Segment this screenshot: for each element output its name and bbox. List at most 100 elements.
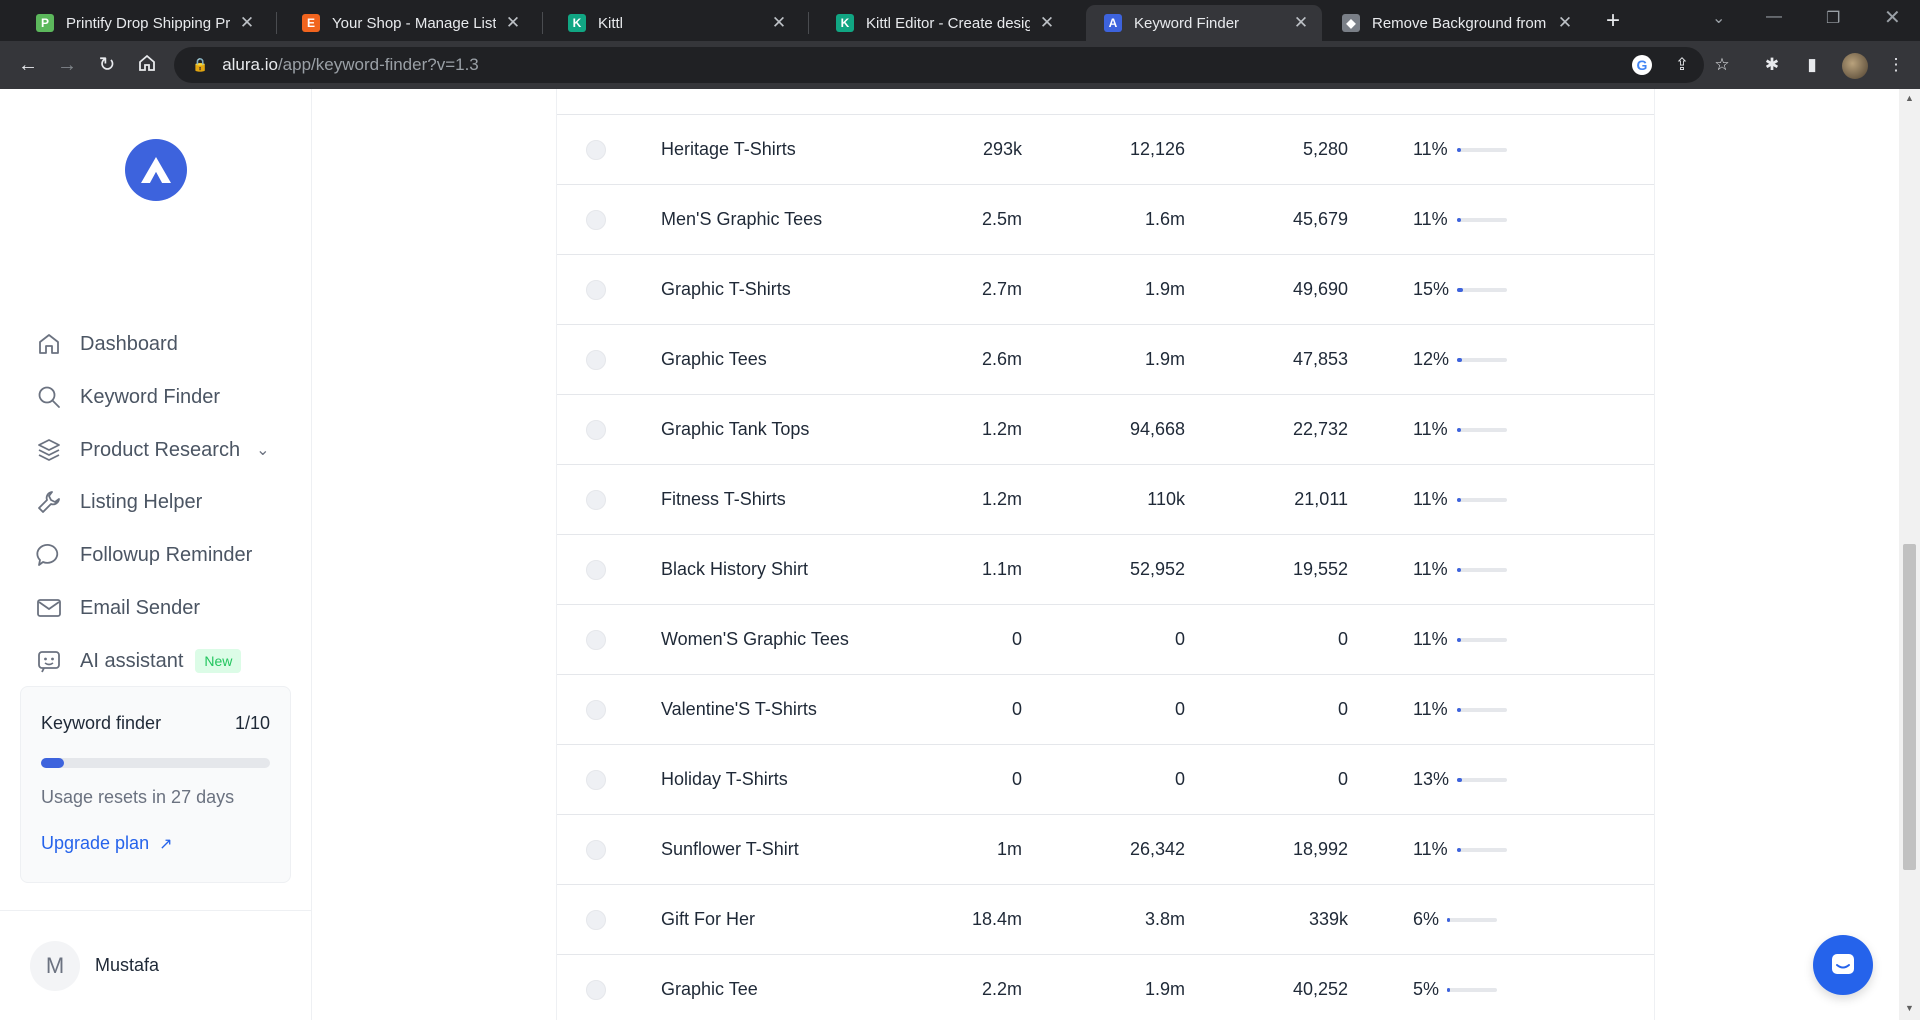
tab-search-icon[interactable]: ⌄ xyxy=(1712,8,1725,28)
scrollbar-thumb[interactable] xyxy=(1903,544,1916,870)
restore-icon[interactable]: ❐ xyxy=(1826,8,1840,28)
scroll-down-icon[interactable]: ▼ xyxy=(1904,1003,1915,1013)
home-button-icon[interactable] xyxy=(135,53,159,77)
table-row[interactable]: Women'S Graphic Tees 0 0 0 11% xyxy=(557,605,1654,675)
row-select-checkbox[interactable] xyxy=(586,700,606,720)
sidebar-item-ai-assistant[interactable]: AI assistant New xyxy=(34,643,242,679)
support-chat-button[interactable] xyxy=(1813,935,1873,995)
metric-cell-2: 0 xyxy=(1174,699,1185,719)
user-profile[interactable]: M Mustafa xyxy=(0,910,312,1020)
side-panel-icon[interactable]: ▮ xyxy=(1800,53,1824,77)
close-window-icon[interactable]: ✕ xyxy=(1884,5,1901,30)
tab-close-icon[interactable]: ✕ xyxy=(770,13,788,33)
alura-logo-icon[interactable] xyxy=(125,139,187,201)
forward-icon[interactable]: → xyxy=(55,53,79,77)
table-row[interactable]: Men'S Graphic Tees 2.5m 1.6m 45,679 11% xyxy=(557,185,1654,255)
chevron-down-icon[interactable]: ⌄ xyxy=(256,440,269,460)
browser-tab[interactable]: K Kittl ✕ xyxy=(550,5,800,41)
metric-cell-2: 94,668 xyxy=(1129,419,1185,439)
metric-cell-2: 1.9m xyxy=(1144,979,1185,999)
keyword-cell: Graphic Tee xyxy=(661,979,758,999)
back-icon[interactable]: ← xyxy=(16,53,40,77)
table-row[interactable]: Fitness T-Shirts 1.2m 110k 21,011 11% xyxy=(557,465,1654,535)
percent-bar-fill xyxy=(1457,358,1462,362)
tab-close-icon[interactable]: ✕ xyxy=(1292,13,1310,33)
table-row[interactable]: Holiday T-Shirts 0 0 0 13% xyxy=(557,745,1654,815)
row-select-checkbox[interactable] xyxy=(586,560,606,580)
table-row[interactable]: Graphic Tank Tops 1.2m 94,668 22,732 11% xyxy=(557,395,1654,465)
robot-icon xyxy=(34,646,64,676)
percent-bar xyxy=(1457,358,1507,362)
row-select-checkbox[interactable] xyxy=(586,210,606,230)
table-row[interactable]: Black History Shirt 1.1m 52,952 19,552 11% xyxy=(557,535,1654,605)
browser-tab[interactable]: A Keyword Finder ✕ xyxy=(1086,5,1322,41)
menu-icon[interactable]: ⋮ xyxy=(1884,53,1908,77)
table-row[interactable]: Graphic T-Shirts 2.7m 1.9m 49,690 15% xyxy=(557,255,1654,325)
sidebar-item-listing-helper[interactable]: Listing Helper xyxy=(34,484,202,520)
row-select-checkbox[interactable] xyxy=(586,840,606,860)
new-tab-button[interactable]: + xyxy=(1598,6,1628,36)
percent-cell: 11% xyxy=(1413,139,1448,159)
row-select-checkbox[interactable] xyxy=(586,140,606,160)
tab-close-icon[interactable]: ✕ xyxy=(238,13,256,33)
table-row[interactable]: Heritage T-Shirts 293k 12,126 5,280 11% xyxy=(557,115,1654,185)
metric-cell-1: 18.4m xyxy=(971,909,1022,929)
row-select-checkbox[interactable] xyxy=(586,420,606,440)
row-select-checkbox[interactable] xyxy=(586,350,606,370)
row-select-checkbox[interactable] xyxy=(586,770,606,790)
sidebar-item-followup-reminder[interactable]: Followup Reminder xyxy=(34,537,252,573)
avatar: M xyxy=(30,941,80,991)
sidebar-item-keyword-finder[interactable]: Keyword Finder xyxy=(34,379,220,415)
tab-title: Kittl Editor - Create designs xyxy=(866,14,1030,32)
scroll-up-icon[interactable]: ▲ xyxy=(1904,93,1915,103)
percent-bar xyxy=(1457,288,1507,292)
google-icon[interactable]: G xyxy=(1632,55,1652,75)
sidebar-item-label: Listing Helper xyxy=(80,490,203,513)
table-row[interactable]: Graphic Tee 2.2m 1.9m 40,252 5% xyxy=(557,955,1654,1020)
sidebar-item-dashboard[interactable]: Dashboard xyxy=(34,326,178,362)
metric-cell-3: 18,992 xyxy=(1292,839,1348,859)
metric-cell-1: 1.1m xyxy=(981,559,1022,579)
keyword-cell: Heritage T-Shirts xyxy=(661,139,796,159)
keyword-cell: Graphic Tees xyxy=(661,349,767,369)
table-row[interactable]: Gift For Her 18.4m 3.8m 339k 6% xyxy=(557,885,1654,955)
row-select-checkbox[interactable] xyxy=(586,630,606,650)
extensions-icon[interactable]: ✱ xyxy=(1760,53,1784,77)
share-icon[interactable]: ⇪ xyxy=(1670,53,1694,77)
keyword-table: Heritage T-Shirts 293k 12,126 5,280 11% Men'S… xyxy=(556,89,1655,1020)
row-select-checkbox[interactable] xyxy=(586,280,606,300)
tab-close-icon[interactable]: ✕ xyxy=(1556,13,1574,33)
browser-tab[interactable]: P Printify Drop Shipping Print ✕ xyxy=(18,5,268,41)
wrench-icon xyxy=(34,487,64,517)
url-host: alura.io xyxy=(222,55,278,74)
sidebar-item-product-research[interactable]: Product Research ⌄ xyxy=(34,432,269,468)
table-row[interactable]: Graphic Tees 2.6m 1.9m 47,853 12% xyxy=(557,325,1654,395)
profile-avatar[interactable] xyxy=(1842,53,1868,79)
metric-cell-1: 2.5m xyxy=(981,209,1022,229)
tab-close-icon[interactable]: ✕ xyxy=(1038,13,1056,33)
address-bar[interactable]: 🔒 alura.io/app/keyword-finder?v=1.3 xyxy=(174,47,1704,83)
row-select-checkbox[interactable] xyxy=(586,910,606,930)
usage-title: Keyword finder xyxy=(41,713,162,733)
metric-cell-2: 1.6m xyxy=(1144,209,1185,229)
minimize-icon[interactable]: — xyxy=(1766,8,1782,26)
sidebar-item-label: Dashboard xyxy=(80,332,178,355)
metric-cell-2: 110k xyxy=(1147,489,1185,509)
browser-tab[interactable]: K Kittl Editor - Create designs ✕ xyxy=(818,5,1068,41)
layers-icon xyxy=(34,435,64,465)
metric-cell-2: 0 xyxy=(1174,769,1185,789)
table-row[interactable]: Valentine'S T-Shirts 0 0 0 11% xyxy=(557,675,1654,745)
browser-tab[interactable]: E Your Shop - Manage Listing ✕ xyxy=(284,5,534,41)
lock-icon: 🔒 xyxy=(192,57,209,72)
browser-tab[interactable]: ◆ Remove Background from I ✕ xyxy=(1324,5,1586,41)
reload-icon[interactable]: ↻ xyxy=(95,53,119,77)
table-row[interactable]: Sunflower T-Shirt 1m 26,342 18,992 11% xyxy=(557,815,1654,885)
bookmark-star-icon[interactable]: ☆ xyxy=(1710,53,1734,77)
row-select-checkbox[interactable] xyxy=(586,490,606,510)
page-scrollbar[interactable]: ▲ ▼ xyxy=(1899,89,1920,1020)
upgrade-plan-link[interactable]: Upgrade plan ↗ xyxy=(41,833,173,854)
sidebar-item-email-sender[interactable]: Email Sender xyxy=(34,590,200,626)
keyword-cell: Graphic T-Shirts xyxy=(661,279,791,299)
tab-close-icon[interactable]: ✕ xyxy=(504,13,522,33)
row-select-checkbox[interactable] xyxy=(586,980,606,1000)
